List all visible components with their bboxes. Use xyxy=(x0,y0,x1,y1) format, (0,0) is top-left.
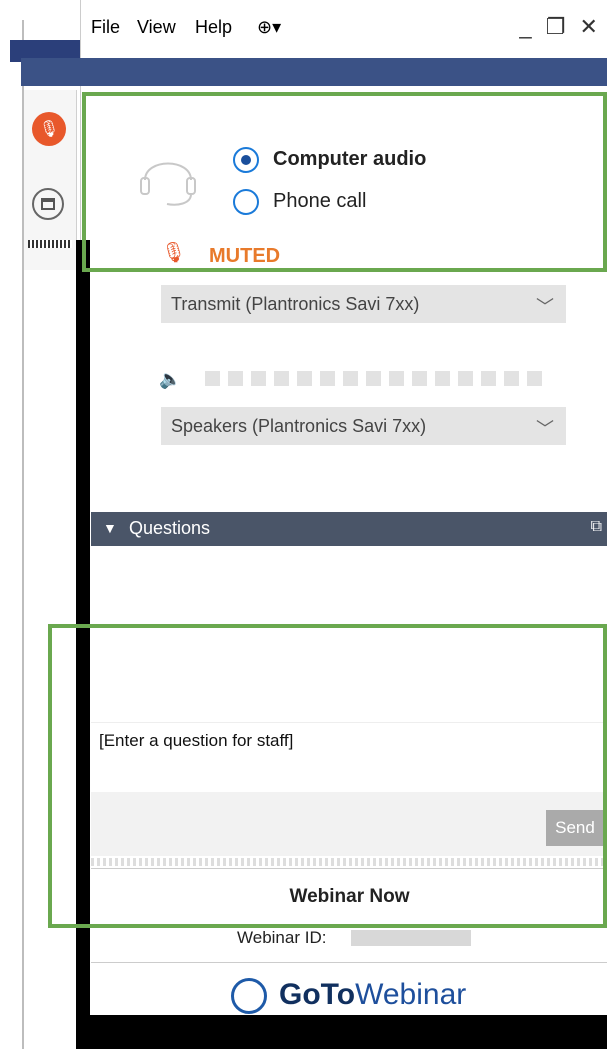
globe-icon[interactable]: ⊕▾ xyxy=(257,17,281,38)
meter-segment xyxy=(458,371,473,386)
menu-view[interactable]: View xyxy=(137,17,176,38)
popout-icon[interactable]: ⧉ xyxy=(591,518,602,536)
gotowebinar-logo-icon xyxy=(231,978,267,1014)
audio-pane-header xyxy=(21,58,607,86)
highlight-questions-box xyxy=(48,624,607,928)
gotowebinar-logo: GoToWebinar xyxy=(279,978,466,1012)
window-controls[interactable]: _ ❐ ✕ xyxy=(519,14,602,40)
menu-file[interactable]: File xyxy=(91,17,120,38)
collapse-triangle-icon[interactable]: ▼ xyxy=(103,520,117,536)
meter-segment xyxy=(389,371,404,386)
microphone-select[interactable]: Transmit (Plantronics Savi 7xx) ﹀ xyxy=(161,285,566,323)
microphone-muted-icon: 🎙 xyxy=(38,121,60,138)
microphone-select-value: Transmit (Plantronics Savi 7xx) xyxy=(171,294,420,314)
logo-part-webinar: Webinar xyxy=(355,978,467,1011)
meter-segment xyxy=(504,371,519,386)
meter-segment xyxy=(435,371,450,386)
mute-button[interactable]: 🎙 xyxy=(32,112,66,146)
speakers-select-value: Speakers (Plantronics Savi 7xx) xyxy=(171,416,427,436)
menu-help[interactable]: Help xyxy=(195,17,232,38)
webinar-id-value-redacted xyxy=(351,930,471,946)
divider xyxy=(91,962,607,963)
meter-segment xyxy=(228,371,243,386)
meter-segment xyxy=(366,371,381,386)
speaker-icon: 🔈 xyxy=(159,369,182,389)
logo-part-goto: GoTo xyxy=(279,978,356,1011)
meter-segment xyxy=(412,371,427,386)
meter-segment xyxy=(251,371,266,386)
chevron-down-icon: ﹀ xyxy=(536,297,554,317)
speakers-select[interactable]: Speakers (Plantronics Savi 7xx) ﹀ xyxy=(161,407,566,445)
questions-pane-header[interactable]: ▼ Questions ⧉ xyxy=(91,512,607,546)
webinar-id-label: Webinar ID: xyxy=(237,928,327,947)
meter-segment xyxy=(205,371,220,386)
meter-segment xyxy=(320,371,335,386)
control-panel-sidebar: 🎙 xyxy=(24,90,77,270)
menu-bar: File View Help ⊕▾ _ ❐ ✕ xyxy=(81,0,607,58)
meter-segment xyxy=(481,371,496,386)
questions-title: Questions xyxy=(129,518,211,538)
panel-icon xyxy=(41,198,55,210)
show-hide-panel-button[interactable] xyxy=(32,188,64,220)
speaker-level-meter xyxy=(205,371,542,386)
meter-segment xyxy=(343,371,358,386)
chevron-down-icon: ﹀ xyxy=(536,419,554,439)
meter-segment xyxy=(297,371,312,386)
meter-segment xyxy=(274,371,289,386)
shadow-bottom xyxy=(76,1015,607,1049)
meter-segment xyxy=(527,371,542,386)
highlight-audio-box xyxy=(82,92,607,272)
grab-handle[interactable] xyxy=(28,240,72,248)
